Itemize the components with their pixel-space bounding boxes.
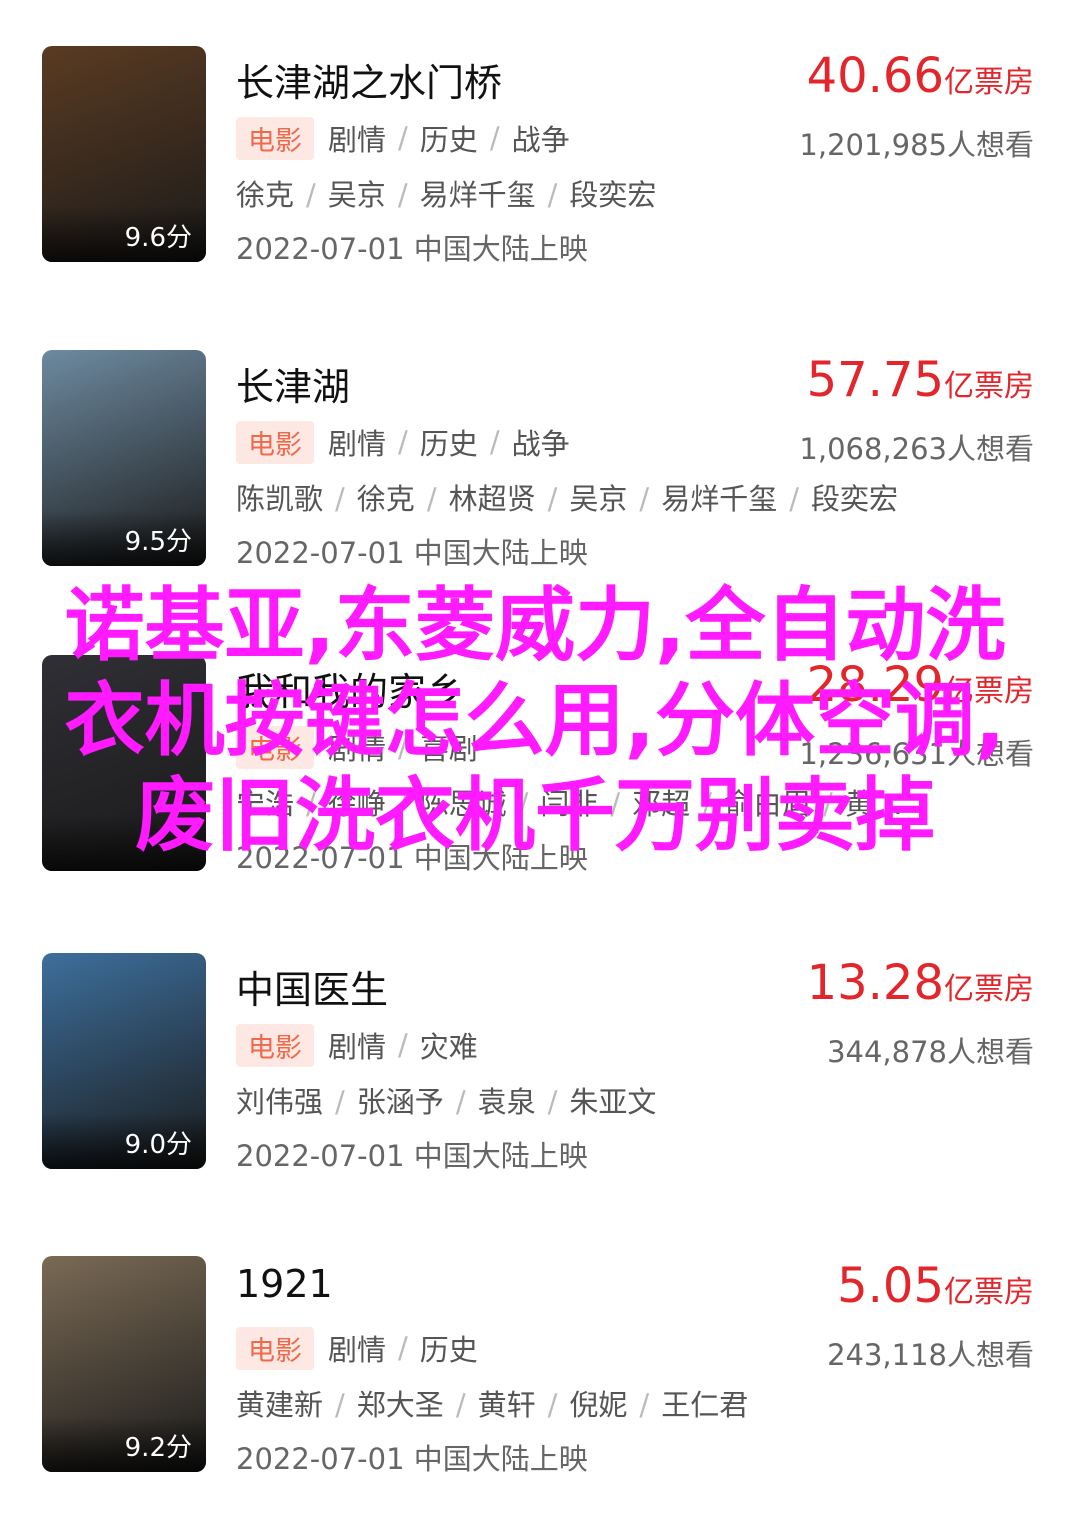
box-office-number: 5.05 bbox=[837, 1258, 944, 1314]
box-office-unit: 亿票房 bbox=[944, 65, 1034, 100]
cast-name: 易烊千玺 bbox=[419, 178, 536, 212]
cast-name: 徐克 bbox=[236, 178, 295, 212]
movie-title[interactable]: 1921 bbox=[236, 1262, 333, 1306]
box-office: 5.05亿票房 bbox=[837, 1258, 1034, 1314]
cast-name: 段奕宏 bbox=[810, 482, 898, 516]
separator: / bbox=[398, 121, 408, 155]
cast-name: 易烊千玺 bbox=[661, 482, 778, 516]
genre-label: 剧情 bbox=[328, 123, 387, 157]
cast-name: 郑大圣 bbox=[356, 1388, 444, 1422]
genre-label: 历史 bbox=[419, 1333, 478, 1367]
genre-label: 剧情 bbox=[328, 1030, 387, 1064]
box-office-unit: 亿票房 bbox=[944, 1275, 1034, 1310]
cast-name: 王仁君 bbox=[661, 1388, 749, 1422]
cast-name: 黄轩 bbox=[477, 1388, 536, 1422]
movie-title[interactable]: 长津湖 bbox=[236, 356, 350, 411]
category-tag: 电影 bbox=[236, 1326, 314, 1370]
movie-poster[interactable]: 9.2分 bbox=[42, 1256, 206, 1472]
separator: / bbox=[547, 1085, 558, 1119]
cast-name: 吴京 bbox=[327, 178, 386, 212]
cast-list: 刘伟强 / 张涵予 / 袁泉 / 朱亚文 bbox=[236, 1079, 656, 1121]
genre-row: 电影 剧情 / 历史 / 战争 bbox=[236, 420, 570, 464]
separator: / bbox=[639, 1388, 650, 1422]
separator: / bbox=[547, 178, 558, 212]
cast-list: 陈凯歌 / 徐克 / 林超贤 / 吴京 / 易烊千玺 / 段奕宏 bbox=[236, 476, 898, 518]
rating-score: 9.5分 bbox=[124, 527, 192, 557]
category-tag: 电影 bbox=[236, 1023, 314, 1067]
genre-label: 剧情 bbox=[328, 1333, 387, 1367]
box-office-unit: 亿票房 bbox=[944, 972, 1034, 1007]
want-to-see-count: 243,118人想看 bbox=[827, 1338, 1034, 1372]
cast-name: 黄建新 bbox=[236, 1388, 324, 1422]
separator: / bbox=[789, 482, 799, 516]
cast-name: 袁泉 bbox=[477, 1085, 536, 1119]
release-info: 2022-07-01 中国大陆上映 bbox=[236, 536, 588, 570]
box-office-number: 57.75 bbox=[806, 352, 944, 408]
movie-item[interactable]: 9.6分 长津湖之水门桥 40.66亿票房电影 剧情 / 历史 / 战争 1,201,985人想… bbox=[0, 46, 1080, 271]
genre-label: 历史 bbox=[419, 427, 478, 461]
cast-list: 徐克 / 吴京 / 易烊千玺 / 段奕宏 bbox=[236, 172, 656, 214]
cast-name: 刘伟强 bbox=[236, 1085, 324, 1119]
want-to-see-count: 344,878人想看 bbox=[827, 1035, 1034, 1069]
separator: / bbox=[547, 482, 558, 516]
separator: / bbox=[335, 1388, 345, 1422]
separator: / bbox=[306, 178, 316, 212]
box-office-number: 40.66 bbox=[806, 48, 944, 104]
genre-label: 历史 bbox=[419, 123, 478, 157]
separator: / bbox=[489, 121, 500, 155]
separator: / bbox=[489, 425, 500, 459]
movie-item[interactable]: 9.5分 长津湖 57.75亿票房电影 剧情 / 历史 / 战争 1,068,263人想看陈凯歌… bbox=[0, 350, 1080, 575]
cast-list: 黄建新 / 郑大圣 / 黄轩 / 倪妮 / 王仁君 bbox=[236, 1382, 748, 1424]
separator: / bbox=[455, 1085, 466, 1119]
want-to-see-count: 1,201,985人想看 bbox=[799, 128, 1034, 162]
rating-score: 9.2分 bbox=[124, 1433, 192, 1463]
cast-name: 朱亚文 bbox=[569, 1085, 657, 1119]
movie-poster[interactable]: 9.5分 bbox=[42, 350, 206, 566]
rating-score: 9.0分 bbox=[124, 1130, 192, 1160]
category-tag: 电影 bbox=[236, 420, 314, 464]
box-office: 13.28亿票房 bbox=[807, 955, 1034, 1011]
genre-label: 灾难 bbox=[419, 1030, 478, 1064]
movie-item[interactable]: 9.2分 1921 5.05亿票房电影 剧情 / 历史 243,118人想看黄建新 / 郑大圣 /… bbox=[0, 1256, 1080, 1481]
separator: / bbox=[455, 1388, 466, 1422]
genre-row: 电影 剧情 / 历史 bbox=[236, 1326, 478, 1370]
movie-title[interactable]: 长津湖之水门桥 bbox=[236, 52, 502, 107]
rating-score: 9.6分 bbox=[124, 223, 192, 253]
separator: / bbox=[426, 482, 437, 516]
cast-name: 张涵予 bbox=[356, 1085, 444, 1119]
separator: / bbox=[398, 1331, 408, 1365]
release-info: 2022-07-01 中国大陆上映 bbox=[236, 1442, 588, 1476]
movie-item[interactable]: 9.0分 中国医生 13.28亿票房电影 剧情 / 灾难 344,878人想看刘伟强 / 张涵予… bbox=[0, 953, 1080, 1178]
movie-poster[interactable]: 9.6分 bbox=[42, 46, 206, 262]
box-office: 57.75亿票房 bbox=[807, 352, 1034, 408]
cast-name: 吴京 bbox=[569, 482, 628, 516]
separator: / bbox=[547, 1388, 558, 1422]
cast-name: 段奕宏 bbox=[569, 178, 657, 212]
genre-row: 电影 剧情 / 历史 / 战争 bbox=[236, 116, 570, 160]
separator: / bbox=[398, 1028, 408, 1062]
box-office: 40.66亿票房 bbox=[807, 48, 1034, 104]
separator: / bbox=[397, 178, 408, 212]
movie-title[interactable]: 中国医生 bbox=[236, 959, 388, 1014]
genre-label: 剧情 bbox=[328, 427, 387, 461]
box-office-unit: 亿票房 bbox=[944, 369, 1034, 404]
release-info: 2022-07-01 中国大陆上映 bbox=[236, 232, 588, 266]
release-info: 2022-07-01 中国大陆上映 bbox=[236, 1139, 588, 1173]
cast-name: 陈凯歌 bbox=[236, 482, 324, 516]
cast-name: 徐克 bbox=[356, 482, 415, 516]
genre-label: 战争 bbox=[511, 123, 570, 157]
separator: / bbox=[398, 425, 408, 459]
box-office-number: 13.28 bbox=[806, 955, 944, 1011]
cast-name: 倪妮 bbox=[569, 1388, 628, 1422]
genre-row: 电影 剧情 / 灾难 bbox=[236, 1023, 478, 1067]
movie-poster[interactable]: 9.0分 bbox=[42, 953, 206, 1169]
want-to-see-count: 1,068,263人想看 bbox=[799, 432, 1034, 466]
genre-label: 战争 bbox=[511, 427, 570, 461]
cast-name: 林超贤 bbox=[448, 482, 536, 516]
separator: / bbox=[639, 482, 650, 516]
category-tag: 电影 bbox=[236, 116, 314, 160]
overlay-headline: 诺基亚,东菱威力,全自动洗衣机按键怎么用,分体空调,废旧洗衣机千万别卖掉 bbox=[64, 579, 1006, 862]
separator: / bbox=[335, 1085, 345, 1119]
separator: / bbox=[335, 482, 345, 516]
